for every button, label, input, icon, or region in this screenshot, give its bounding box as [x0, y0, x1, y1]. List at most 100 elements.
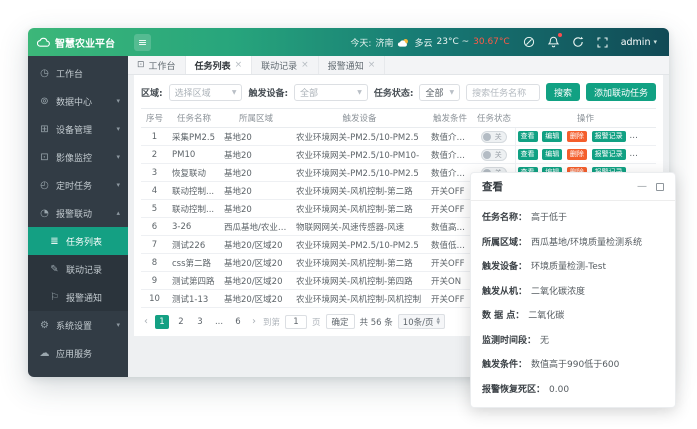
- hamburger-icon: ≡: [138, 36, 147, 49]
- sidebar: ◷ 工作台 ⊚ 数据中心 ▾ ⊞ 设备管理 ▾: [28, 56, 128, 377]
- field-value: 环境质量检测-Test: [531, 255, 606, 280]
- sidebar-item-label: 设备管理: [56, 123, 92, 136]
- dialog-field: 触发条件： 数值高于990低于600: [482, 353, 664, 378]
- page-size-select[interactable]: 10条/页 ▲▼: [398, 314, 445, 329]
- cell-condition: 数值介于...: [427, 146, 473, 164]
- cell-area: 基地20: [220, 146, 292, 164]
- column-header: 任务状态: [473, 109, 515, 128]
- linkage-record-button[interactable]: 联动记录: [630, 131, 656, 142]
- table-row: 1 采集PM2.5 基地20 农业环境网关-PM2.5/10-PM2.5 数值介…: [141, 128, 656, 146]
- refresh-icon: [572, 36, 584, 48]
- status-select[interactable]: 全部 ▼: [419, 84, 460, 101]
- status-toggle[interactable]: 关: [481, 149, 507, 161]
- dialog-header: 查看 —: [471, 173, 675, 201]
- sidebar-item[interactable]: ◴ 定时任务 ▾: [28, 171, 128, 199]
- add-task-button[interactable]: 添加联动任务: [586, 83, 656, 101]
- toggle-off-label: 关: [495, 150, 502, 160]
- weather-city: 济南: [375, 36, 393, 49]
- delete-button[interactable]: 删除: [567, 149, 587, 160]
- tab-close-icon[interactable]: ×: [368, 60, 376, 70]
- page-button[interactable]: ...: [212, 315, 226, 329]
- fullscreen-button[interactable]: [597, 37, 608, 48]
- region-select[interactable]: 选择区域 ▼: [169, 84, 243, 101]
- sidebar-item-icon: ◴: [39, 180, 50, 191]
- sidebar-item[interactable]: ⊚ 数据中心 ▾: [28, 87, 128, 115]
- weather-info: 今天: 济南 多云 23°C ~ 30.67°C: [350, 36, 509, 49]
- guide-icon: [523, 36, 535, 48]
- sidebar-item[interactable]: ⊟ 数据大屏: [28, 367, 128, 377]
- cell-condition: 开关OFF: [427, 182, 473, 200]
- status-toggle[interactable]: 关: [481, 131, 507, 143]
- tab-close-icon[interactable]: ×: [235, 60, 243, 70]
- tab-close-icon[interactable]: ×: [301, 60, 309, 70]
- tab[interactable]: ⊡ 工作台: [128, 56, 186, 74]
- cell-index: 10: [141, 290, 168, 308]
- confirm-button[interactable]: 确定: [326, 314, 355, 329]
- cell-task-name: 测试1-13: [168, 290, 220, 308]
- sidebar-item[interactable]: ⊡ 影像监控 ▾: [28, 143, 128, 171]
- sidebar-item[interactable]: ◔ 报警联动 ▴: [28, 199, 128, 227]
- dialog-field: 监测时间段： 无: [482, 329, 664, 354]
- weather-temp-high: 30.67°C: [473, 37, 510, 47]
- sidebar-item-label: 定时任务: [56, 179, 92, 192]
- jump-to-input[interactable]: 1: [285, 315, 307, 329]
- chevron-icon: ▴: [116, 209, 120, 217]
- prev-page-button[interactable]: ‹: [142, 316, 150, 327]
- refresh-button[interactable]: [572, 36, 584, 48]
- toggle-off-label: 关: [495, 132, 502, 142]
- tab-label: 联动记录: [261, 59, 297, 72]
- device-select[interactable]: 全部 ▼: [294, 84, 368, 101]
- status-label: 任务状态:: [374, 86, 414, 99]
- search-button[interactable]: 搜索: [546, 83, 580, 101]
- alarm-record-button[interactable]: 报警记录: [592, 131, 626, 142]
- page-size-value: 10条/页: [403, 316, 434, 328]
- view-button[interactable]: 查看: [518, 131, 538, 142]
- cell-condition: 数值低于...: [427, 236, 473, 254]
- delete-button[interactable]: 删除: [567, 131, 587, 142]
- field-value: 数值高于990低于600: [531, 353, 619, 378]
- page-button[interactable]: 1: [155, 315, 169, 329]
- edit-button[interactable]: 编辑: [542, 131, 562, 142]
- page-button[interactable]: 2: [174, 315, 188, 329]
- sidebar-item[interactable]: ✎ 联动记录: [28, 255, 128, 283]
- edit-button[interactable]: 编辑: [542, 149, 562, 160]
- sidebar-item[interactable]: ⚙ 系统设置 ▾: [28, 311, 128, 339]
- tab[interactable]: 报警通知 ×: [319, 56, 386, 74]
- sidebar-item[interactable]: ◷ 工作台: [28, 59, 128, 87]
- expand-icon[interactable]: [656, 183, 664, 191]
- cell-condition: 开关OFF: [427, 254, 473, 272]
- view-button[interactable]: 查看: [518, 149, 538, 160]
- cell-task-name: 3-26: [168, 218, 220, 236]
- cell-area: 基地20: [220, 182, 292, 200]
- minimize-icon[interactable]: —: [637, 183, 647, 191]
- sidebar-item-icon: ⚐: [49, 292, 60, 303]
- next-page-button[interactable]: ›: [250, 316, 258, 327]
- user-menu[interactable]: admin ▾: [621, 37, 657, 48]
- dialog-field: 任务名称： 高于低于: [482, 206, 664, 231]
- chevron-icon: ▾: [116, 125, 120, 133]
- sidebar-item[interactable]: ≣ 任务列表: [28, 227, 128, 255]
- sidebar-item-icon: ⊚: [39, 96, 50, 107]
- page-button[interactable]: 6: [231, 315, 245, 329]
- cell-index: 3: [141, 164, 168, 182]
- cell-task-name: css第二路: [168, 254, 220, 272]
- linkage-record-button[interactable]: 联动记录: [630, 149, 656, 160]
- guide-button[interactable]: [523, 36, 535, 48]
- cell-device: 农业环境网关-风机控制-第二路: [292, 200, 427, 218]
- sidebar-collapse-button[interactable]: ≡: [134, 34, 151, 51]
- page-button[interactable]: 3: [193, 315, 207, 329]
- tab[interactable]: 联动记录 ×: [252, 56, 319, 74]
- alarm-record-button[interactable]: 报警记录: [592, 149, 626, 160]
- table-header: 序号 任务名称 所属区域 触发设备 触发条件: [141, 109, 656, 128]
- cell-index: 7: [141, 236, 168, 254]
- sidebar-item[interactable]: ⊞ 设备管理 ▾: [28, 115, 128, 143]
- sidebar-item[interactable]: ⚐ 报警通知: [28, 283, 128, 311]
- sidebar-item-label: 数据大屏: [56, 375, 92, 378]
- notifications-button[interactable]: [548, 36, 559, 48]
- tab[interactable]: 任务列表 ×: [186, 56, 253, 74]
- column-header: 序号: [141, 109, 168, 128]
- cell-index: 4: [141, 182, 168, 200]
- task-search-input[interactable]: 搜索任务名称: [466, 84, 540, 101]
- sidebar-item-icon: ⚙: [39, 320, 50, 331]
- sidebar-item[interactable]: ☁ 应用服务: [28, 339, 128, 367]
